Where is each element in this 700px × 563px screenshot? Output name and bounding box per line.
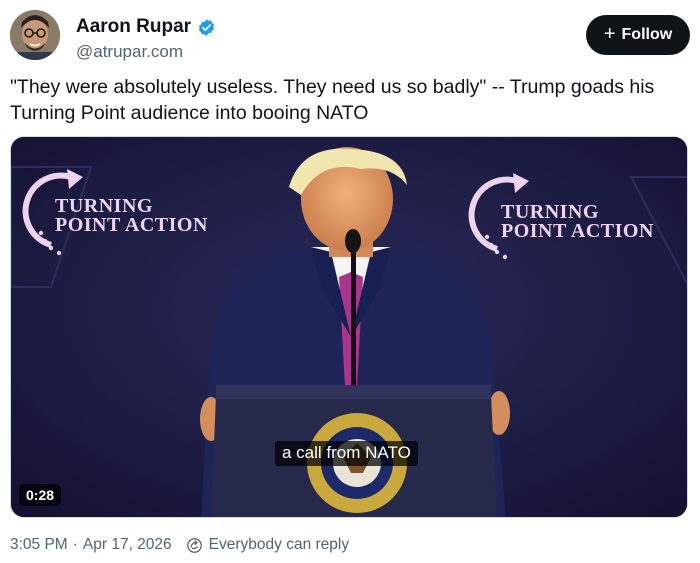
meta-separator: · [72, 536, 78, 553]
post-text: "They were absolutely useless. They need… [10, 76, 655, 124]
reply-setting-text: Everybody can reply [208, 536, 350, 553]
plus-icon: + [603, 23, 616, 45]
reply-setting-icon [186, 537, 203, 554]
author-handle[interactable]: @atrupar.com [76, 42, 183, 62]
turning-point-logo-left: TURNING POINT ACTION [55, 196, 208, 236]
author-display-name[interactable]: Aaron Rupar [76, 16, 191, 38]
video-duration: 0:28 [19, 484, 62, 506]
post-header: Aaron Rupar @atrupar.com + Follow [10, 10, 690, 62]
follow-button[interactable]: + Follow [586, 15, 690, 55]
brand-line2: POINT ACTION [501, 220, 654, 242]
verified-badge-icon [197, 18, 216, 37]
post-date[interactable]: Apr 17, 2026 [83, 536, 172, 554]
post-meta: 3:05 PM · Apr 17, 2026 Everybody can rep… [10, 536, 349, 554]
post-time[interactable]: 3:05 PM [10, 536, 68, 554]
video-player[interactable]: TURNING POINT ACTION TURNING POINT ACTIO… [10, 136, 688, 518]
video-caption: a call from NATO [275, 441, 418, 466]
brand-line2: POINT ACTION [55, 214, 208, 236]
name-line: Aaron Rupar [76, 16, 216, 38]
avatar[interactable] [10, 10, 60, 60]
follow-button-label: Follow [621, 26, 673, 43]
turning-point-logo-right: TURNING POINT ACTION [501, 202, 654, 242]
